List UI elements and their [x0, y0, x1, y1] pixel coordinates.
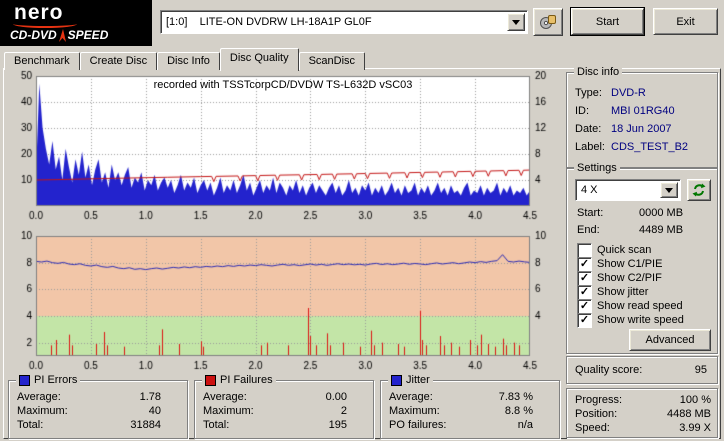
checkbox-show-write-speed[interactable]: ✓ Show write speed — [577, 312, 711, 328]
tab-disc-info[interactable]: Disc Info — [157, 52, 220, 70]
disc-id-value: MBI 01RG40 — [611, 105, 675, 117]
speed-value: 3.99 X — [679, 422, 711, 434]
quality-scan-graph — [0, 66, 562, 371]
disc-type-value: DVD-R — [611, 87, 646, 99]
checkbox-quick-scan[interactable]: Quick scan — [577, 242, 711, 258]
progress-value: 100 % — [679, 394, 711, 406]
checkbox-show-jitter[interactable]: ✓ Show jitter — [577, 284, 711, 300]
disc-info-id-row: ID: MBI 01RG40 — [575, 105, 675, 117]
position-row: Position: 4488 MB — [575, 408, 711, 420]
disc-info-title: Disc info — [577, 66, 620, 78]
advanced-button[interactable]: Advanced — [629, 329, 711, 351]
speed-row: Speed: 3.99 X — [575, 422, 711, 434]
tab-benchmark[interactable]: Benchmark — [4, 52, 80, 70]
chevron-down-icon — [512, 19, 520, 25]
stat-row: Average: 7.83 % — [389, 391, 533, 403]
stat-row: Maximum: 8.8 % — [389, 405, 533, 417]
logo-cddvd: CD-DVD — [10, 28, 57, 42]
settings-title: Settings — [577, 162, 617, 174]
tab-scandisc[interactable]: ScanDisc — [298, 52, 366, 70]
disc-info-type-row: Type: DVD-R — [575, 87, 646, 99]
stat-row: Total: 31884 — [17, 419, 161, 431]
advanced-button-label: Advanced — [645, 334, 695, 346]
disc-info-label-row: Label: CDS_TEST_B2 — [575, 141, 689, 153]
refresh-icon — [692, 183, 706, 197]
quality-score-value: 95 — [694, 364, 707, 376]
tab-bar: Benchmark Create Disc Disc Info Disc Qua… — [4, 48, 366, 71]
start-button-label: Start — [595, 15, 620, 28]
drive-selector-value: [1:0] LITE-ON DVDRW LH-18A1P GL0F — [166, 16, 372, 28]
nero-flame-icon — [58, 28, 66, 42]
jitter-title: Jitter — [406, 374, 430, 386]
scan-start-row: Start: 0000 MB — [577, 207, 684, 219]
exit-button[interactable]: Exit — [653, 8, 718, 35]
progress-box: Progress: 100 % Position: 4488 MB Speed:… — [566, 388, 718, 438]
stat-row: PO failures: n/a — [389, 419, 533, 431]
pi-errors-stats-box: PI Errors Average: 1.78 Maximum: 40 Total:… — [8, 374, 188, 439]
jitter-legend-swatch — [391, 374, 402, 386]
checkbox-show-c2-pif[interactable]: ✓ Show C2/PIF — [577, 270, 711, 286]
drive-selector-dropdown-button[interactable] — [507, 13, 525, 31]
settings-groupbox: Settings 4 X Start: 0000 MB End: 4489 MB… — [566, 162, 718, 354]
scan-end-row: End: 4489 MB — [577, 224, 684, 236]
checkbox-box[interactable]: ✓ — [577, 270, 592, 286]
checkbox-box[interactable]: ✓ — [577, 312, 592, 328]
disc-hand-icon — [540, 15, 556, 29]
disc-info-groupbox: Disc info Type: DVD-R ID: MBI 01RG40 Dat… — [566, 66, 718, 168]
stat-row: Average: 0.00 — [203, 391, 347, 403]
chevron-down-icon — [665, 187, 673, 193]
stat-row: Average: 1.78 — [17, 391, 161, 403]
nero-cd-dvd-speed-window: nero CD-DVD SPEED [1:0] LITE-ON DVDRW LH… — [0, 0, 724, 441]
scan-start-value: 0000 MB — [639, 207, 684, 219]
checkbox-show-c1-pie[interactable]: ✓ Show C1/PIE — [577, 256, 711, 272]
scan-speed-dropdown-button[interactable] — [660, 182, 678, 198]
nero-logo-swoosh — [13, 20, 77, 28]
checkbox-box[interactable] — [577, 242, 592, 258]
pi-errors-legend-swatch — [19, 374, 30, 386]
nero-logo: nero CD-DVD SPEED — [0, 0, 152, 46]
disc-label-value: CDS_TEST_B2 — [611, 141, 689, 153]
tab-create-disc[interactable]: Create Disc — [79, 52, 158, 70]
exit-button-label: Exit — [676, 15, 695, 28]
scan-end-value: 4489 MB — [639, 224, 684, 236]
checkbox-box[interactable]: ✓ — [577, 284, 592, 300]
scan-speed-value: 4 X — [581, 184, 598, 196]
refresh-button[interactable] — [687, 179, 711, 201]
scan-speed-select[interactable]: 4 X — [575, 179, 681, 201]
pi-errors-title: PI Errors — [34, 374, 78, 386]
start-button[interactable]: Start — [570, 7, 645, 36]
quality-score-label: Quality score: — [575, 364, 643, 376]
stat-row: Maximum: 40 — [17, 405, 161, 417]
checkbox-box[interactable]: ✓ — [577, 256, 592, 272]
tab-disc-quality[interactable]: Disc Quality — [219, 48, 299, 71]
checkbox-box[interactable]: ✓ — [577, 298, 592, 314]
pi-failures-stats-box: PI Failures Average: 0.00 Maximum: 2 Total… — [194, 374, 374, 439]
quality-score-box: Quality score: 95 — [566, 356, 718, 384]
drive-selector[interactable]: [1:0] LITE-ON DVDRW LH-18A1P GL0F — [160, 10, 528, 34]
stat-row: Maximum: 2 — [203, 405, 347, 417]
disc-date-value: 18 Jun 2007 — [611, 123, 672, 135]
stat-row: Total: 195 — [203, 419, 347, 431]
chart-title: recorded with TSSTcorpCD/DVDW TS-L632D v… — [153, 79, 413, 91]
checkbox-show-read-speed[interactable]: ✓ Show read speed — [577, 298, 711, 314]
pi-failures-legend-swatch — [205, 374, 216, 386]
tools-button[interactable] — [533, 8, 563, 36]
disc-info-date-row: Date: 18 Jun 2007 — [575, 123, 672, 135]
logo-speed: SPEED — [67, 28, 109, 42]
jitter-stats-box: Jitter Average: 7.83 % Maximum: 8.8 % PO f… — [380, 374, 560, 439]
pi-failures-title: PI Failures — [220, 374, 273, 386]
progress-row: Progress: 100 % — [575, 394, 711, 406]
position-value: 4488 MB — [666, 408, 711, 420]
